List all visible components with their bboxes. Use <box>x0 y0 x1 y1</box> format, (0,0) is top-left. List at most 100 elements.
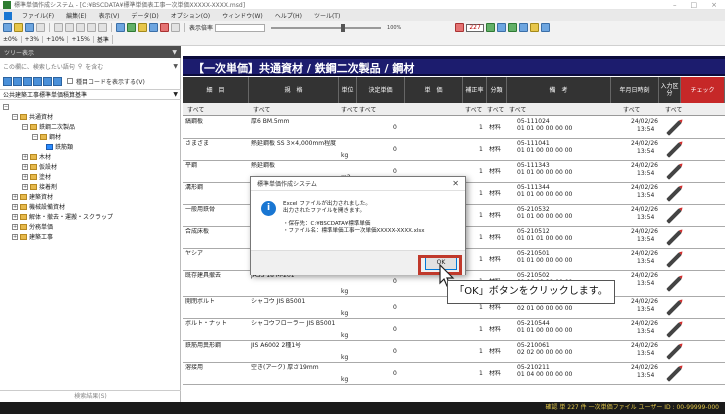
col-header-price[interactable]: 単 価 <box>405 77 463 103</box>
filter-final-price[interactable]: すべて <box>359 105 376 114</box>
copy-icon[interactable] <box>65 23 74 32</box>
level-3-button[interactable] <box>23 76 32 86</box>
col-header-unit[interactable]: 単位 <box>339 77 357 103</box>
level-5-button[interactable] <box>43 76 52 86</box>
percent-button-3[interactable]: +3% <box>22 36 44 43</box>
table-row[interactable]: 鉄筋用異形鋼 JIS A6002 2種1号 kg 0 1 材料 05-210061 02 02… <box>183 341 725 363</box>
col-header-spec[interactable]: 規 格 <box>249 77 339 103</box>
edit-pencil-icon[interactable] <box>666 276 682 292</box>
collapse-icon[interactable]: − <box>22 123 28 130</box>
link-icon[interactable] <box>518 23 528 32</box>
edit-pencil-icon[interactable] <box>666 252 682 268</box>
zoom-slider-knob[interactable] <box>341 23 346 32</box>
filter-rate[interactable]: すべて <box>465 105 482 114</box>
menu-view[interactable]: 表示(V) <box>93 11 126 20</box>
level-2-button[interactable] <box>13 76 22 86</box>
undo-icon[interactable] <box>87 23 96 32</box>
tree-node-temporary[interactable]: + 仮設材 <box>22 162 57 171</box>
sort-icon[interactable] <box>138 23 147 32</box>
cut-icon[interactable] <box>54 23 63 32</box>
edit-pencil-icon[interactable] <box>666 300 682 316</box>
expand-icon[interactable]: + <box>22 163 28 170</box>
grid-icon[interactable] <box>496 23 506 32</box>
page-number[interactable]: 227 <box>466 23 484 32</box>
redo-icon[interactable] <box>98 23 107 32</box>
col-header-input-type[interactable]: 入力区分 <box>659 77 681 103</box>
tree-node-demolition[interactable]: + 解体・撤去・運搬・スクラップ <box>12 212 113 221</box>
menu-options[interactable]: オプション(O) <box>165 11 216 20</box>
filter-icon[interactable] <box>127 23 136 32</box>
tree-node-labor[interactable]: + 労務単価 <box>12 222 53 231</box>
filter-note[interactable]: すべて <box>509 105 526 114</box>
table-row[interactable]: さまざま 熱延鋼板 SS 3×4,000mm程度 kg 0 1 材料 05-111041 01… <box>183 139 725 161</box>
percent-button-15[interactable]: +15% <box>68 36 94 43</box>
edit-pencil-icon[interactable] <box>666 142 682 158</box>
find-icon[interactable] <box>116 23 125 32</box>
info-icon[interactable] <box>540 23 550 32</box>
percent-button-0[interactable]: ±0% <box>0 36 22 43</box>
menu-data[interactable]: データ(D) <box>125 11 164 20</box>
filter-input-type[interactable]: すべて <box>665 105 682 114</box>
col-header-final-price[interactable]: 決定単価 <box>357 77 405 103</box>
edit-pencil-icon[interactable] <box>666 208 682 224</box>
tree-node-wood[interactable]: + 木材 <box>22 152 51 161</box>
next-page-icon[interactable] <box>485 23 495 32</box>
expand-icon[interactable]: + <box>22 173 28 180</box>
col-header-note[interactable]: 備 考 <box>507 77 611 103</box>
menu-tools[interactable]: ツール(T) <box>308 11 346 20</box>
tree-search-input[interactable]: この欄に、検索したい語句 <box>3 62 75 71</box>
tree-node-common-materials[interactable]: − 共通資材 <box>12 112 53 121</box>
display-mode-input[interactable] <box>215 23 266 32</box>
filter-class[interactable]: すべて <box>487 105 504 114</box>
tag-icon[interactable] <box>529 23 539 32</box>
filter-item[interactable]: すべて <box>187 105 204 114</box>
expand-icon[interactable]: + <box>12 233 18 240</box>
expand-icon[interactable]: + <box>22 153 28 160</box>
tree-node-paint[interactable]: + 塗材 <box>22 172 51 181</box>
dialog-close-icon[interactable]: ✕ <box>452 179 459 188</box>
edit-pencil-icon[interactable] <box>666 120 682 136</box>
table-row[interactable]: ボルト・ナット シャコウフローラー JIS B5001 kg 0 1 材料 05-21054… <box>183 319 725 341</box>
close-window-button[interactable]: × <box>711 1 717 9</box>
open-icon[interactable] <box>14 23 23 32</box>
search-results-tab[interactable]: 検索結果(S) <box>0 390 181 402</box>
menu-file[interactable]: ファイル(F) <box>16 11 60 20</box>
paste-icon[interactable] <box>76 23 85 32</box>
edit-pencil-icon[interactable] <box>666 164 682 180</box>
tree-root-dropdown-icon[interactable]: ▼ <box>173 91 178 98</box>
expand-icon[interactable]: + <box>12 193 18 200</box>
edit-pencil-icon[interactable] <box>666 230 682 246</box>
refresh-icon[interactable] <box>507 23 517 32</box>
expand-icon[interactable]: + <box>12 203 18 210</box>
tree-node-adhesive[interactable]: + 接着剤 <box>22 182 57 191</box>
edit-pencil-icon[interactable] <box>666 322 682 338</box>
col-header-class[interactable]: 分類 <box>487 77 507 103</box>
collapse-icon[interactable]: − <box>3 104 9 110</box>
edit-pencil-icon[interactable] <box>666 186 682 202</box>
col-header-rate[interactable]: 補正率 <box>463 77 487 103</box>
new-icon[interactable] <box>3 23 12 32</box>
menu-help[interactable]: ヘルプ(H) <box>269 11 308 20</box>
prev-page-icon[interactable] <box>455 23 465 32</box>
level-6-button[interactable] <box>53 76 62 86</box>
menu-edit[interactable]: 編集(E) <box>60 11 92 20</box>
search-icon[interactable]: ⚲ <box>78 63 82 70</box>
level-4-button[interactable] <box>33 76 42 86</box>
collapse-icon[interactable]: − <box>32 133 38 140</box>
print-icon[interactable] <box>36 23 45 32</box>
tree-root-select[interactable]: 公共建築工事標準単価積算基準 ▼ <box>0 89 181 100</box>
table-row[interactable]: 縞鋼板 厚6 BM.5mm 0 1 材料 05-111024 01 01 00 00 00 … <box>183 117 725 139</box>
tree-node-steel-secondary[interactable]: − 鉄鋼二次製品 <box>22 122 75 131</box>
tree-node-steel[interactable]: − 鋼材 <box>32 132 61 141</box>
search-mode-select[interactable]: を含む <box>85 62 103 71</box>
collapse-icon[interactable]: − <box>12 113 18 120</box>
filter-spec[interactable]: すべて <box>253 105 270 114</box>
export-icon[interactable] <box>149 23 158 32</box>
base-button[interactable]: 基準 <box>94 35 113 44</box>
tree-root-toggle[interactable]: − <box>3 104 9 110</box>
app-menu-icon[interactable] <box>4 11 12 20</box>
tree-node-mechanical[interactable]: + 機械設備資材 <box>12 202 65 211</box>
tree-node-rebar[interactable]: 鉄筋類 <box>46 142 73 151</box>
edit-pencil-icon[interactable] <box>666 344 682 360</box>
filter-unit[interactable]: すべて <box>341 105 358 114</box>
